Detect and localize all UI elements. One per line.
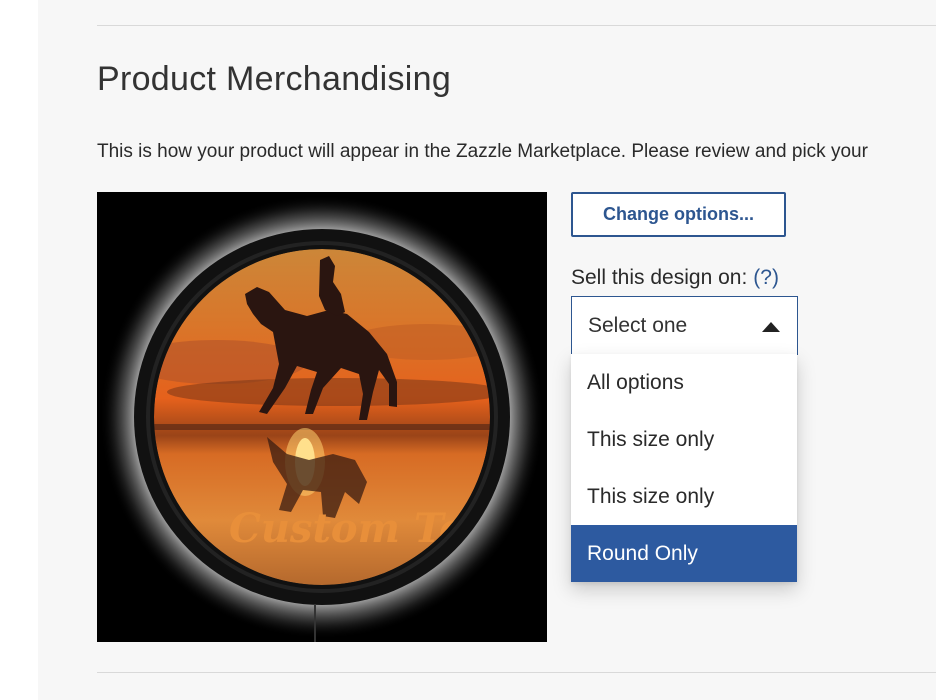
top-divider	[97, 25, 936, 26]
change-options-button[interactable]: Change options...	[571, 192, 786, 237]
page-title: Product Merchandising	[97, 60, 452, 98]
bottom-divider	[97, 672, 936, 673]
page-description: This is how your product will appear in …	[97, 141, 868, 162]
sell-on-select[interactable]: Select one	[571, 296, 798, 355]
left-gutter	[0, 0, 38, 700]
option-all-options[interactable]: All options	[571, 354, 797, 411]
sell-design-label: Sell this design on: (?)	[571, 266, 779, 290]
help-link[interactable]: (?)	[753, 266, 779, 289]
caret-up-icon	[762, 322, 780, 332]
option-this-size-only[interactable]: This size only	[571, 411, 797, 468]
sell-design-label-text: Sell this design on:	[571, 266, 748, 289]
select-value: Select one	[588, 314, 688, 337]
sell-on-dropdown-menu: All options This size only This size onl…	[571, 354, 797, 582]
product-preview-image: Custom Text	[97, 192, 547, 642]
option-this-size-only-2[interactable]: This size only	[571, 468, 797, 525]
round-wall-light-illustration: Custom Text	[97, 192, 547, 642]
option-round-only[interactable]: Round Only	[571, 525, 797, 582]
